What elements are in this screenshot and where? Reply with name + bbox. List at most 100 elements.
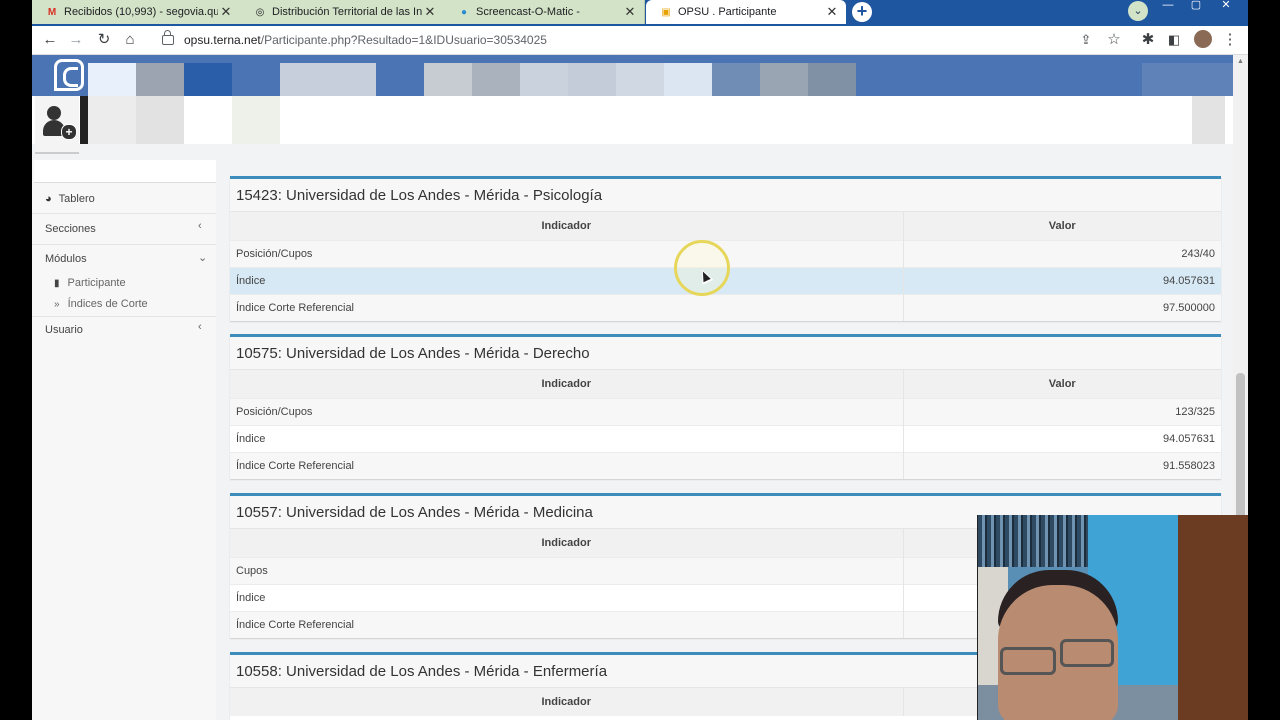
blurred-block	[1142, 63, 1233, 96]
header-band	[32, 55, 1233, 96]
chevron-left-icon: ‹	[198, 321, 202, 333]
browser-window: M Recibidos (10,993) - segovia.quir ✕ ◎ …	[32, 0, 1248, 720]
lock-icon	[162, 30, 174, 45]
url-host: opsu.terna.net	[184, 33, 261, 47]
sidebar-item-indices-corte[interactable]: » Índices de Corte	[54, 298, 148, 310]
column-header-indicador: Indicador	[230, 528, 903, 558]
blurred-block	[184, 63, 232, 96]
blurred-block	[88, 96, 136, 144]
tab-search-icon[interactable]: ⌄	[1128, 1, 1148, 21]
sidepanel-icon[interactable]: ◧	[1164, 30, 1184, 50]
indicador-cell: Índice Corte Referencial	[230, 294, 903, 321]
home-icon[interactable]: ⌂	[120, 30, 140, 50]
blurred-block	[616, 63, 664, 96]
column-header-valor: Valor	[902, 369, 1221, 399]
sidebar-item-label: Participante	[67, 277, 126, 289]
tab-opsu[interactable]: ▣ OPSU . Participante ✕	[646, 0, 846, 24]
program-card: 15423: Universidad de Los Andes - Mérida…	[230, 176, 1221, 321]
close-icon[interactable]: ✕	[622, 4, 638, 20]
sidebar-item-label: Índices de Corte	[67, 298, 148, 310]
dashboard-icon: ◕	[45, 193, 52, 205]
blurred-block	[136, 96, 184, 144]
tab-gmail[interactable]: M Recibidos (10,993) - segovia.quir ✕	[32, 0, 241, 24]
share-icon[interactable]: ⇪	[1076, 30, 1096, 50]
sidebar: ◕ Tablero Secciones ‹ Módulos ⌄ ▮ Partic…	[32, 160, 216, 720]
blurred-block	[136, 63, 184, 96]
blurred-block	[80, 96, 88, 144]
card-title: 15423: Universidad de Los Andes - Mérida…	[230, 179, 1221, 211]
sidebar-item-tablero[interactable]: ◕ Tablero	[45, 193, 95, 205]
sidebar-item-label: Tablero	[58, 193, 95, 205]
forward-icon[interactable]: →	[66, 30, 86, 50]
valor-cell: 91.558023	[902, 452, 1221, 479]
add-user-icon[interactable]: +	[35, 96, 79, 154]
indicador-cell: Posición/Cupos	[230, 398, 903, 426]
menu-icon[interactable]: ⋮	[1220, 30, 1240, 50]
valor-cell: 243/40	[902, 240, 1221, 268]
tab-title: Distribución Territorial de las Insti	[272, 6, 422, 18]
tab-distribucion[interactable]: ◎ Distribución Territorial de las Insti …	[240, 0, 445, 24]
maximize-icon[interactable]: ▢	[1184, 0, 1208, 14]
close-icon[interactable]: ✕	[824, 4, 840, 20]
blurred-block	[568, 63, 616, 96]
valor-cell: 94.057631	[902, 425, 1221, 453]
bookmark-icon: ▮	[54, 277, 60, 289]
blurred-block	[520, 63, 568, 96]
sidebar-item-secciones[interactable]: Secciones	[45, 223, 96, 235]
new-tab-button[interactable]: +	[852, 2, 872, 22]
column-header-indicador: Indicador	[230, 687, 903, 716]
sidebar-item-participante[interactable]: ▮ Participante	[54, 277, 126, 289]
indicador-cell: Índice Corte Referencial	[230, 452, 903, 479]
scroll-up-icon[interactable]: ▲	[1237, 58, 1244, 65]
column-header-indicador: Indicador	[230, 211, 903, 241]
opsu-logo[interactable]	[54, 59, 84, 91]
blurred-block	[808, 63, 856, 96]
extensions-icon[interactable]: ✱	[1138, 30, 1158, 50]
sidebar-search-input[interactable]	[34, 160, 216, 183]
sidebar-item-label: Usuario	[45, 324, 83, 336]
star-icon[interactable]: ☆	[1104, 30, 1124, 50]
address-bar[interactable]: opsu.terna.net /Participante.php?Resulta…	[150, 29, 1110, 51]
table-row: Índice 94.057631	[230, 425, 1221, 453]
indicador-cell: Índice	[230, 584, 903, 612]
indicador-cell: Posición/Cupos	[230, 240, 903, 268]
table-row: Índice Corte Referencial 91.558023	[230, 452, 1221, 479]
double-chevron-icon: »	[54, 298, 60, 310]
tab-title: Recibidos (10,993) - segovia.quir	[64, 6, 218, 18]
sidebar-item-usuario[interactable]: Usuario	[45, 324, 83, 336]
chevron-left-icon: ‹	[198, 220, 202, 232]
chevron-down-icon: ⌄	[198, 252, 208, 264]
table-row: Posición/Cupos 123/325	[230, 398, 1221, 426]
blurred-block	[712, 63, 760, 96]
divider	[32, 316, 216, 317]
opsu-favicon-icon: ▣	[661, 6, 671, 18]
gmail-icon: M	[47, 6, 57, 18]
back-icon[interactable]: ←	[40, 30, 60, 50]
divider	[32, 213, 216, 214]
close-icon[interactable]: ✕	[422, 4, 438, 20]
reload-icon[interactable]: ↻	[94, 30, 114, 50]
blurred-block	[88, 63, 136, 96]
column-header-valor: Valor	[902, 211, 1221, 241]
column-header-indicador: Indicador	[230, 369, 903, 399]
tab-screencast[interactable]: ● Screencast-O-Matic - ✕	[444, 0, 645, 24]
blurred-block	[664, 63, 712, 96]
blurred-block	[1192, 96, 1225, 144]
card-title: 10575: Universidad de Los Andes - Mérida…	[230, 337, 1221, 369]
tab-strip: M Recibidos (10,993) - segovia.quir ✕ ◎ …	[32, 0, 1248, 26]
profile-avatar[interactable]	[1194, 30, 1212, 48]
url-path: /Participante.php?Resultado=1&IDUsuario=…	[260, 33, 547, 47]
indicador-cell: Índice	[230, 267, 903, 295]
sidebar-item-modulos[interactable]: Módulos	[45, 253, 87, 265]
minimize-icon[interactable]: —	[1156, 0, 1180, 14]
user-bar: +	[32, 96, 1233, 154]
page: + ◕ Tablero Secciones ‹ Módulos ⌄ ▮ Part…	[32, 55, 1248, 720]
sidebar-item-label: Secciones	[45, 223, 96, 235]
indicador-cell: Índice Corte Referencial	[230, 611, 903, 638]
scrollbar-thumb[interactable]	[1236, 373, 1245, 523]
valor-cell: 123/325	[902, 398, 1221, 426]
webcam-overlay	[977, 515, 1248, 720]
globe-icon: ◎	[255, 6, 265, 18]
close-icon[interactable]: ✕	[218, 4, 234, 20]
window-close-icon[interactable]: ✕	[1214, 0, 1238, 14]
